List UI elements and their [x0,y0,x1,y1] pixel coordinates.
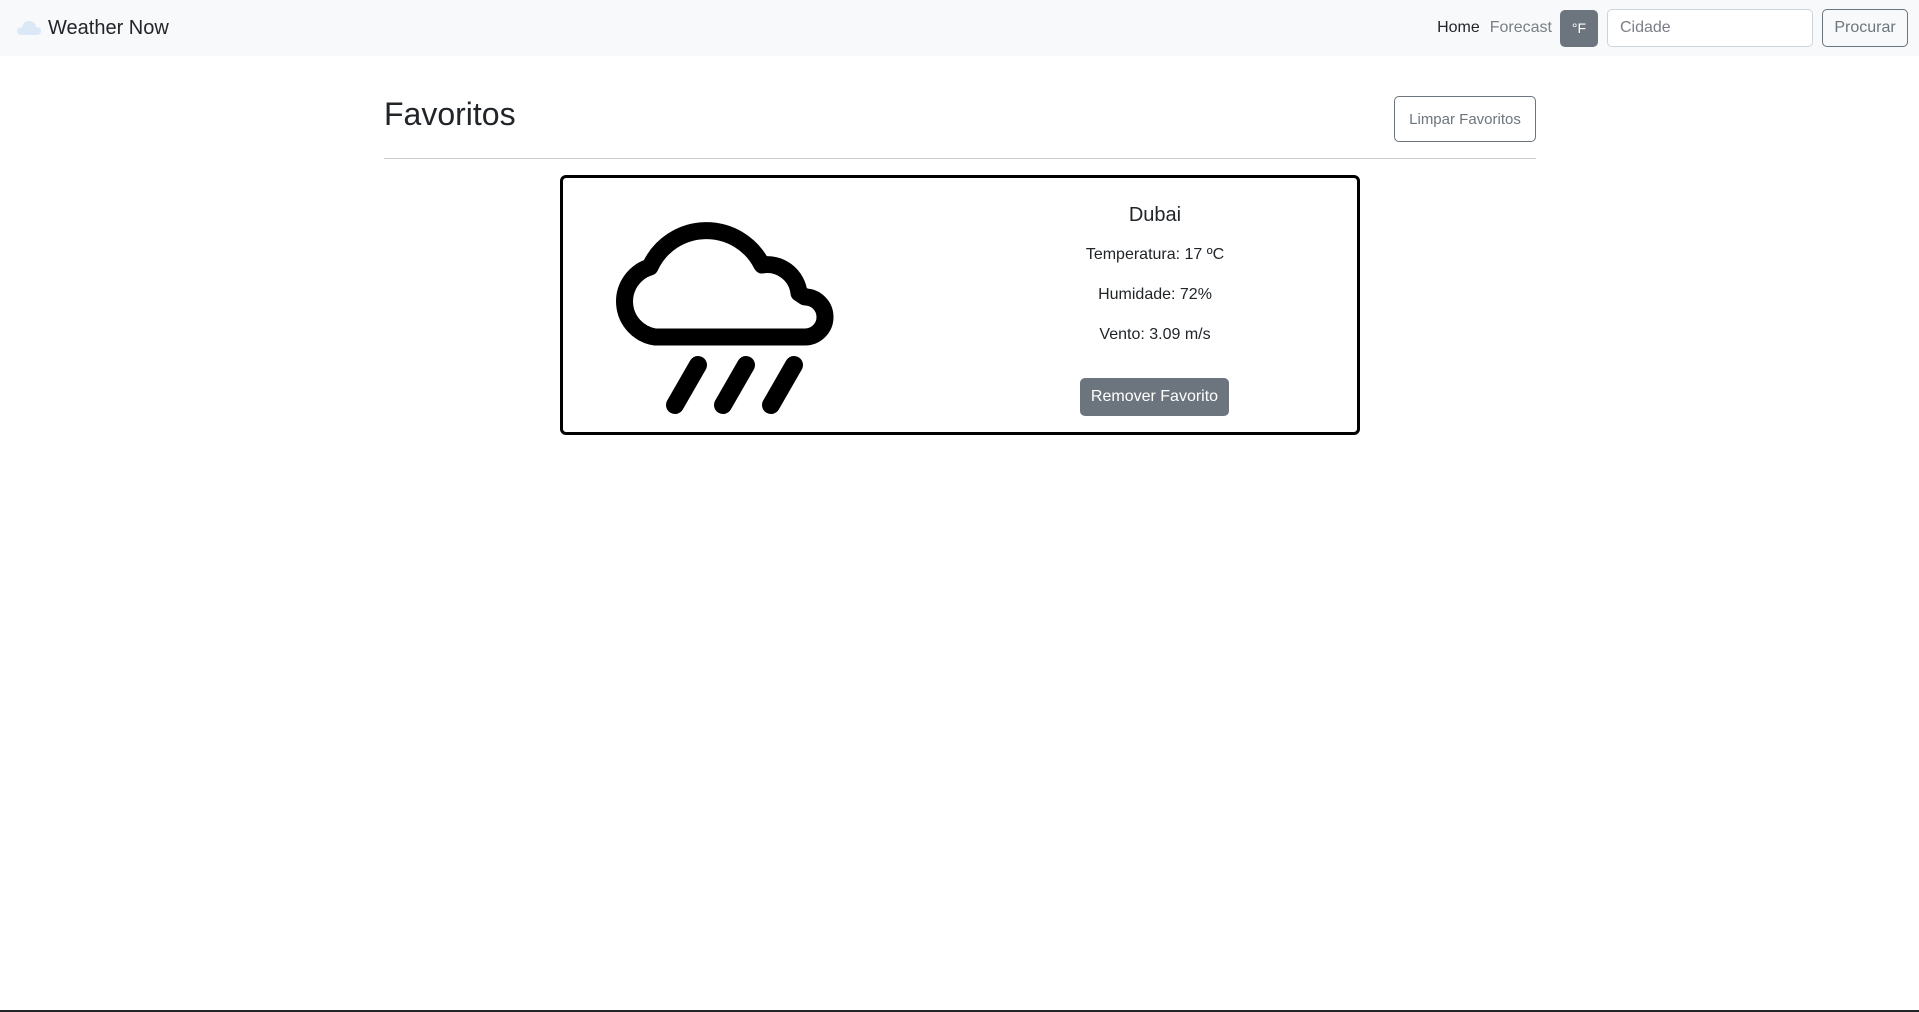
rain-cloud-icon [616,222,834,414]
cloud-icon [17,21,41,35]
city-search-input[interactable] [1607,9,1813,47]
temperature-text: Temperatura: 17 ºC [1085,246,1225,263]
city-name: Dubai [1128,204,1182,226]
wind-text: Vento: 3.09 m/s [1099,326,1211,343]
navbar: Weather Now Home Forecast °F Procurar [0,0,1919,56]
favorite-card: Dubai Temperatura: 17 ºC Humidade: 72% V… [560,175,1360,435]
brand-link[interactable]: Weather Now [14,14,169,42]
humidity-text: Humidade: 72% [1098,286,1212,303]
brand-title: Weather Now [48,16,169,39]
nav-link-home[interactable]: Home [1437,19,1480,37]
remove-favorite-button[interactable]: Remover Favorito [1080,378,1229,416]
nav-controls: Home Forecast °F Procurar [1437,9,1908,47]
page-title: Favoritos [384,96,516,132]
unit-toggle-button[interactable]: °F [1560,9,1598,47]
clear-favorites-button[interactable]: Limpar Favoritos [1394,96,1536,142]
search-button[interactable]: Procurar [1822,9,1908,47]
divider [384,158,1536,159]
nav-link-forecast[interactable]: Forecast [1490,19,1552,37]
